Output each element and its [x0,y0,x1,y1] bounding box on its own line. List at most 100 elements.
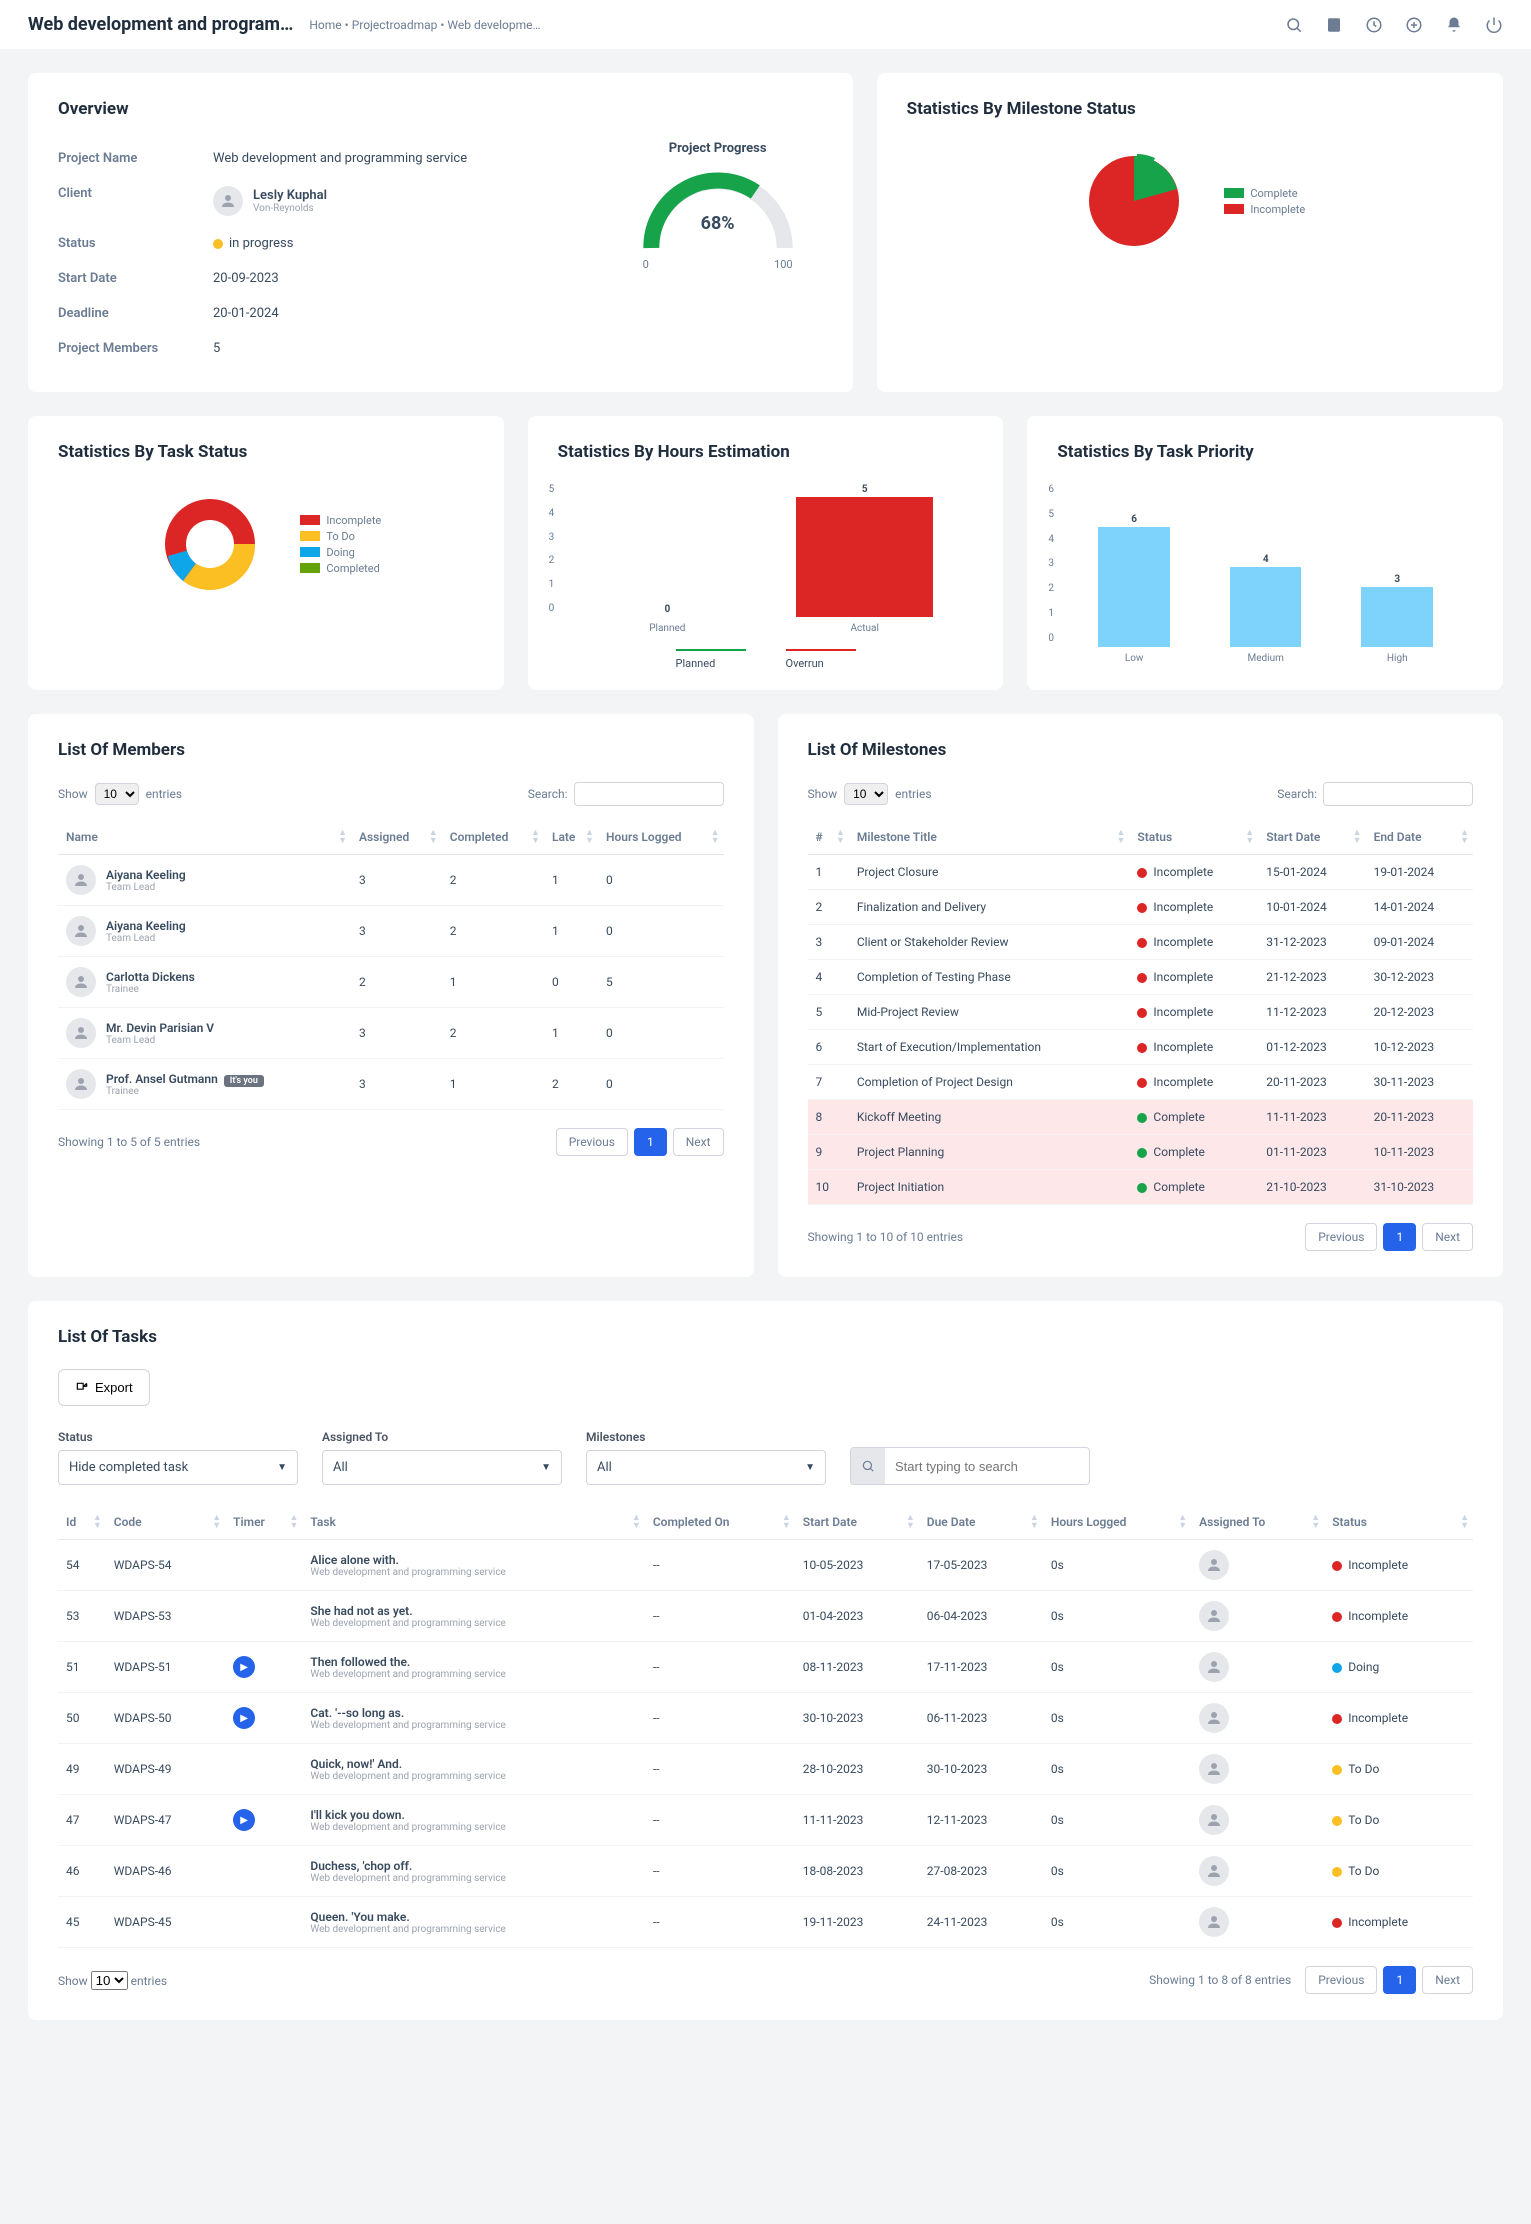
table-row[interactable]: Aiyana KeelingTeam Lead 3210 [58,906,724,957]
tasks-prev-button[interactable]: Previous [1305,1966,1377,1994]
bar: 6 Low [1098,514,1170,664]
tasks-next-button[interactable]: Next [1422,1966,1473,1994]
table-row[interactable]: Mr. Devin Parisian VTeam Lead 3210 [58,1008,724,1059]
table-row[interactable]: 7Completion of Project Design Incomplete… [808,1065,1474,1100]
table-row[interactable]: Carlotta DickensTrainee 2105 [58,957,724,1008]
tasks-page-button[interactable]: 1 [1383,1966,1416,1994]
column-header[interactable]: Task▲▼ [302,1505,644,1540]
export-button[interactable]: Export [58,1369,150,1406]
table-row[interactable]: 3Client or Stakeholder Review Incomplete… [808,925,1474,960]
column-header[interactable]: End Date▲▼ [1366,820,1473,855]
column-header[interactable]: #▲▼ [808,820,849,855]
column-header[interactable]: Start Date▲▼ [795,1505,919,1540]
milestones-pagesize-select[interactable]: 10 [844,783,888,805]
column-header[interactable]: Assigned To▲▼ [1191,1505,1324,1540]
milestone-status-card: Statistics By Milestone Status Complete … [877,73,1503,392]
status-dot [1137,1148,1147,1158]
chevron-down-icon: ▼ [805,1462,815,1473]
breadcrumb-home[interactable]: Home [309,18,341,32]
column-header[interactable]: Milestone Title▲▼ [849,820,1130,855]
table-row[interactable]: 5Mid-Project Review Incomplete 11-12-202… [808,995,1474,1030]
table-row[interactable]: 6Start of Execution/Implementation Incom… [808,1030,1474,1065]
column-header[interactable]: Late▲▼ [544,820,598,855]
avatar [66,967,96,997]
clock-icon[interactable] [1365,16,1383,34]
tasks-card: List Of Tasks Export Status Hide complet… [28,1301,1503,2020]
members-search-input[interactable] [574,782,724,806]
table-row[interactable]: 4Completion of Testing Phase Incomplete … [808,960,1474,995]
table-row[interactable]: 50WDAPS-50 ▶ Cat. '--so long as.Web deve… [58,1693,1473,1744]
search-icon[interactable] [1285,16,1303,34]
status-dot [1137,1043,1147,1053]
add-icon[interactable] [1405,16,1423,34]
tasks-pagesize-select[interactable]: 10 [91,1971,128,1990]
table-row[interactable]: 46WDAPS-46 Duchess, 'chop off.Web develo… [58,1846,1473,1897]
column-header[interactable]: Due Date▲▼ [919,1505,1043,1540]
milestones-next-button[interactable]: Next [1422,1223,1473,1251]
breadcrumb-level2[interactable]: Web developme… [447,18,540,32]
column-header[interactable]: Name▲▼ [58,820,351,855]
status-dot [1137,868,1147,878]
breadcrumb-level1[interactable]: Projectroadmap [352,18,438,32]
members-page-button[interactable]: 1 [634,1128,667,1156]
status-dot [1332,1561,1342,1571]
its-you-badge: It's you [224,1075,264,1087]
column-header[interactable]: Hours Logged▲▼ [598,820,724,855]
avatar [1199,1652,1229,1682]
column-header[interactable]: Status▲▼ [1324,1505,1473,1540]
status-dot [213,239,223,249]
bar: 3 High [1361,574,1433,664]
status-dot [1332,1765,1342,1775]
table-row[interactable]: 53WDAPS-53 She had not as yet.Web develo… [58,1591,1473,1642]
tasks-search-box [850,1447,1090,1485]
avatar [66,865,96,895]
members-next-button[interactable]: Next [673,1128,724,1156]
milestones-card: List Of Milestones Show 10 entries Searc… [778,714,1504,1277]
milestone-pie [1074,141,1194,261]
table-row[interactable]: 47WDAPS-47 ▶ I'll kick you down.Web deve… [58,1795,1473,1846]
table-row[interactable]: 51WDAPS-51 ▶ Then followed the.Web devel… [58,1642,1473,1693]
column-header[interactable]: Timer▲▼ [225,1505,302,1540]
table-row[interactable]: 8Kickoff Meeting Complete 11-11-202320-1… [808,1100,1474,1135]
table-row[interactable]: 45WDAPS-45 Queen. 'You make.Web developm… [58,1897,1473,1948]
milestones-filter-select[interactable]: All▼ [586,1450,826,1485]
status-dot [1332,1918,1342,1928]
members-prev-button[interactable]: Previous [556,1128,628,1156]
play-timer-button[interactable]: ▶ [233,1809,255,1831]
column-header[interactable]: Status▲▼ [1129,820,1258,855]
avatar [213,186,243,216]
column-header[interactable]: Assigned▲▼ [351,820,442,855]
table-row[interactable]: 2Finalization and Delivery Incomplete 10… [808,890,1474,925]
milestones-prev-button[interactable]: Previous [1305,1223,1377,1251]
column-header[interactable]: Start Date▲▼ [1258,820,1365,855]
bar: 5 Actual [796,484,933,634]
milestones-search-input[interactable] [1323,782,1473,806]
table-row[interactable]: 49WDAPS-49 Quick, now!' And.Web developm… [58,1744,1473,1795]
status-filter-select[interactable]: Hide completed task▼ [58,1450,298,1485]
overview-card: Overview Project NameWeb development and… [28,73,853,392]
table-row[interactable]: Aiyana KeelingTeam Lead 3210 [58,855,724,906]
column-header[interactable]: Hours Logged▲▼ [1043,1505,1191,1540]
avatar [1199,1907,1229,1937]
column-header[interactable]: Id▲▼ [58,1505,106,1540]
column-header[interactable]: Completed On▲▼ [645,1505,795,1540]
bell-icon[interactable] [1445,16,1463,34]
power-icon[interactable] [1485,16,1503,34]
table-row[interactable]: Prof. Ansel GutmannIt's youTrainee 3120 [58,1059,724,1110]
milestones-page-button[interactable]: 1 [1383,1223,1416,1251]
status-dot [1332,1816,1342,1826]
note-icon[interactable] [1325,16,1343,34]
tasks-search-input[interactable] [885,1451,1089,1482]
table-row[interactable]: 1Project Closure Incomplete 15-01-202419… [808,855,1474,890]
table-row[interactable]: 9Project Planning Complete 01-11-202310-… [808,1135,1474,1170]
top-icons [1285,16,1503,34]
table-row[interactable]: 10Project Initiation Complete 21-10-2023… [808,1170,1474,1205]
column-header[interactable]: Completed▲▼ [442,820,544,855]
column-header[interactable]: Code▲▼ [106,1505,225,1540]
assigned-filter-select[interactable]: All▼ [322,1450,562,1485]
table-row[interactable]: 54WDAPS-54 Alice alone with.Web developm… [58,1540,1473,1591]
bar: 4 Medium [1230,554,1302,664]
play-timer-button[interactable]: ▶ [233,1707,255,1729]
play-timer-button[interactable]: ▶ [233,1656,255,1678]
members-pagesize-select[interactable]: 10 [95,783,139,805]
